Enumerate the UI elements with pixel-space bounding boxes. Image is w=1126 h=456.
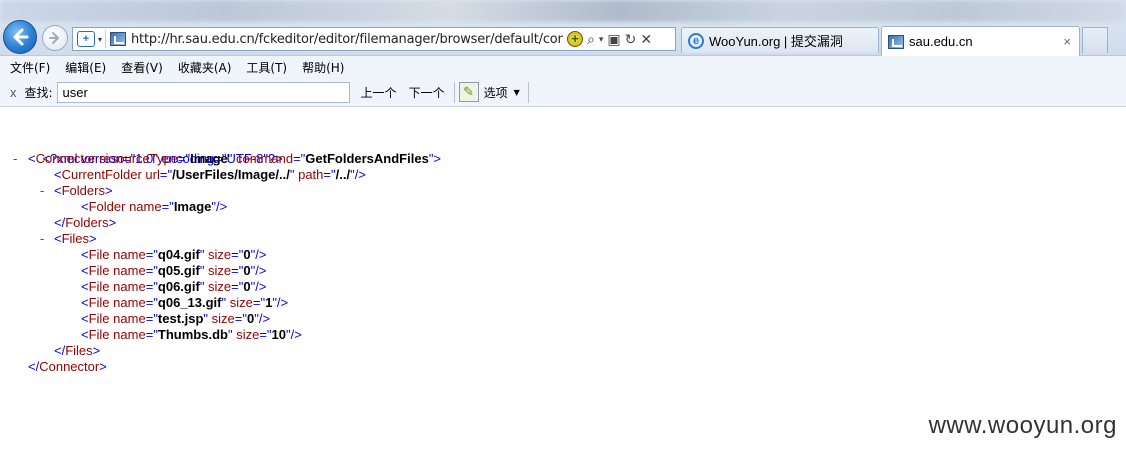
xml-document-view: <?xml version="1.0" encoding="UTF-8"?> -… (0, 107, 1126, 456)
page-icon[interactable]: ▣ (607, 31, 620, 48)
refresh-icon[interactable]: ↻ (625, 31, 637, 48)
collapse-toggle[interactable]: - (13, 151, 23, 166)
xml-file: <File name="Thumbs.db" size="10"/> (81, 327, 302, 342)
tab-title: WooYun.org | 提交漏洞 (709, 34, 843, 49)
find-options-button[interactable]: ✎ 选项 ▼ (458, 82, 520, 102)
xml-connector-open: <Connector resourceType="Image" command=… (28, 151, 442, 166)
site-favicon-icon (110, 32, 127, 46)
menu-tools[interactable]: 工具(T) (246, 59, 287, 76)
tab-title: sau.edu.cn (909, 34, 973, 49)
collapse-toggle[interactable]: - (40, 183, 50, 198)
address-divider (105, 30, 107, 48)
site-favicon-icon (888, 34, 904, 49)
menu-bar: 文件(F) 编辑(E) 查看(V) 收藏夹(A) 工具(T) 帮助(H) (0, 56, 1126, 78)
xml-folders-open: <Folders> (54, 183, 113, 198)
chevron-down-icon[interactable]: ▾ (98, 35, 102, 44)
ie-icon: e (688, 32, 704, 49)
back-arrow-icon (13, 28, 29, 46)
compatibility-view-icon[interactable]: + (567, 31, 584, 47)
tab-wooyun[interactable]: e WooYun.org | 提交漏洞 (681, 27, 879, 53)
xml-folder: <Folder name="Image"/> (81, 199, 228, 214)
find-next-button[interactable]: 下一个 (408, 82, 446, 103)
divider (527, 81, 529, 103)
highlight-pencil-icon: ✎ (458, 82, 479, 102)
find-previous-button[interactable]: 上一个 (360, 82, 398, 103)
menu-view[interactable]: 查看(V) (121, 59, 163, 76)
address-bar[interactable]: + ▾ http://hr.sau.edu.cn/fckeditor/edito… (72, 27, 676, 51)
menu-favorites[interactable]: 收藏夹(A) (178, 59, 232, 76)
options-label: 选项 (483, 85, 508, 100)
watermark: www.wooyun.org (928, 412, 1117, 439)
forward-arrow-icon (49, 32, 59, 44)
stop-icon[interactable]: ✕ (640, 31, 652, 48)
xml-files-close: </Files> (54, 343, 101, 358)
menu-help[interactable]: 帮助(H) (302, 59, 344, 76)
shield-icon[interactable]: + (77, 31, 95, 47)
back-button[interactable] (3, 20, 37, 54)
chevron-down-icon: ▼ (513, 87, 520, 97)
xml-file: <File name="q06.gif" size="0"/> (81, 279, 267, 294)
divider (453, 81, 455, 103)
xml-file: <File name="q05.gif" size="0"/> (81, 263, 267, 278)
close-icon[interactable]: x (10, 85, 17, 100)
xml-file: <File name="test.jsp" size="0"/> (81, 311, 271, 326)
address-tools: + ⌕ ▾ ▣ ↻ ✕ (567, 31, 652, 48)
xml-declaration: <?xml version="1.0" encoding="UTF-8"?> (42, 151, 283, 166)
menu-file[interactable]: 文件(F) (10, 59, 50, 76)
find-label: 查找: (24, 85, 53, 100)
menu-edit[interactable]: 编辑(E) (65, 59, 106, 76)
browser-title-area: + ▾ http://hr.sau.edu.cn/fckeditor/edito… (0, 0, 1126, 56)
xml-connector-close: </Connector> (28, 359, 107, 374)
new-tab-button[interactable] (1082, 27, 1108, 53)
tab-sau[interactable]: sau.edu.cn × (881, 26, 1080, 56)
xml-files-open: <Files> (54, 231, 97, 246)
find-input[interactable]: user (56, 81, 350, 103)
search-icon[interactable]: ⌕ (587, 31, 595, 48)
forward-button[interactable] (42, 25, 68, 51)
blurred-background-tabs (0, 0, 1126, 22)
collapse-toggle[interactable]: - (40, 231, 50, 246)
xml-file: <File name="q04.gif" size="0"/> (81, 247, 267, 262)
xml-file: <File name="q06_13.gif" size="1"/> (81, 295, 289, 310)
find-bar: x 查找: user 上一个 下一个 ✎ 选项 ▼ (0, 78, 1126, 107)
close-tab-icon[interactable]: × (1063, 34, 1071, 49)
xml-current-folder: <CurrentFolder url="/UserFiles/Image/../… (54, 167, 366, 182)
xml-folders-close: </Folders> (54, 215, 117, 230)
url-input[interactable]: http://hr.sau.edu.cn/fckeditor/editor/fi… (131, 32, 563, 47)
chevron-down-icon[interactable]: ▾ (599, 34, 604, 45)
